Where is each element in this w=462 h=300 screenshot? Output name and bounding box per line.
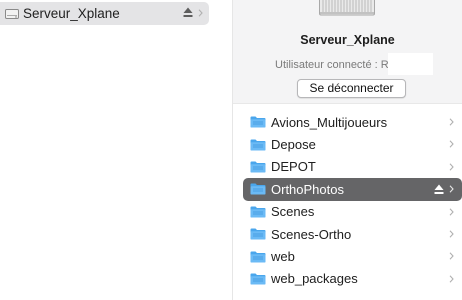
folder-icon [250, 206, 266, 218]
sidebar: Serveur_Xplane [0, 0, 232, 300]
list-item[interactable]: Depose [243, 133, 462, 155]
list-item-label: web [271, 249, 295, 265]
list-item-label: Depose [271, 137, 316, 153]
server-icon [319, 0, 375, 16]
folder-icon [250, 251, 266, 263]
list-item[interactable]: web [243, 245, 462, 267]
list-item-label: Avions_Multijoueurs [271, 114, 388, 130]
chevron-right-icon [449, 207, 454, 216]
folder-icon [250, 228, 266, 240]
folder-icon [250, 273, 266, 285]
preview-column: Serveur_Xplane Utilisateur connecté : Ro… [233, 0, 462, 300]
list-item[interactable]: Scenes-Ortho [243, 223, 462, 245]
chevron-right-icon [449, 163, 454, 171]
chevron-right-icon [198, 9, 203, 17]
list-item-label: web_packages [271, 271, 358, 287]
folder-list: Avions_Multijoueurs Depose DEPOT OrthoPh… [243, 111, 462, 290]
eject-icon[interactable] [434, 184, 444, 195]
list-item-selected[interactable]: OrthoPhotos [243, 178, 462, 201]
redaction-block [388, 53, 433, 75]
chevron-right-icon [449, 230, 454, 238]
disconnect-button[interactable]: Se déconnecter [297, 79, 406, 98]
sidebar-item-serveur-xplane[interactable]: Serveur_Xplane [0, 2, 209, 25]
server-name: Serveur_Xplane [300, 33, 395, 47]
folder-icon [250, 183, 266, 195]
sidebar-item-label: Serveur_Xplane [23, 6, 120, 21]
list-item[interactable]: DEPOT [243, 156, 462, 178]
server-icon [5, 8, 19, 19]
folder-icon [250, 116, 266, 128]
chevron-right-icon [449, 252, 454, 260]
chevron-right-icon [449, 275, 454, 283]
list-item-label: Scenes [271, 204, 315, 220]
preview-pane: Serveur_Xplane Utilisateur connecté : Ro… [233, 0, 462, 103]
chevron-right-icon [449, 185, 454, 193]
list-item[interactable]: Scenes [243, 201, 462, 223]
list-item-label: OrthoPhotos [271, 181, 344, 197]
folder-icon [250, 161, 266, 173]
list-item-label: DEPOT [271, 159, 316, 175]
list-item-label: Scenes-Ortho [271, 226, 352, 242]
list-item[interactable]: Avions_Multijoueurs [243, 111, 462, 133]
preview-divider [233, 103, 462, 104]
folder-icon [250, 139, 266, 151]
list-item[interactable]: web_packages [243, 268, 462, 290]
chevron-right-icon [449, 140, 454, 148]
eject-icon[interactable] [183, 7, 193, 18]
chevron-right-icon [449, 118, 454, 126]
